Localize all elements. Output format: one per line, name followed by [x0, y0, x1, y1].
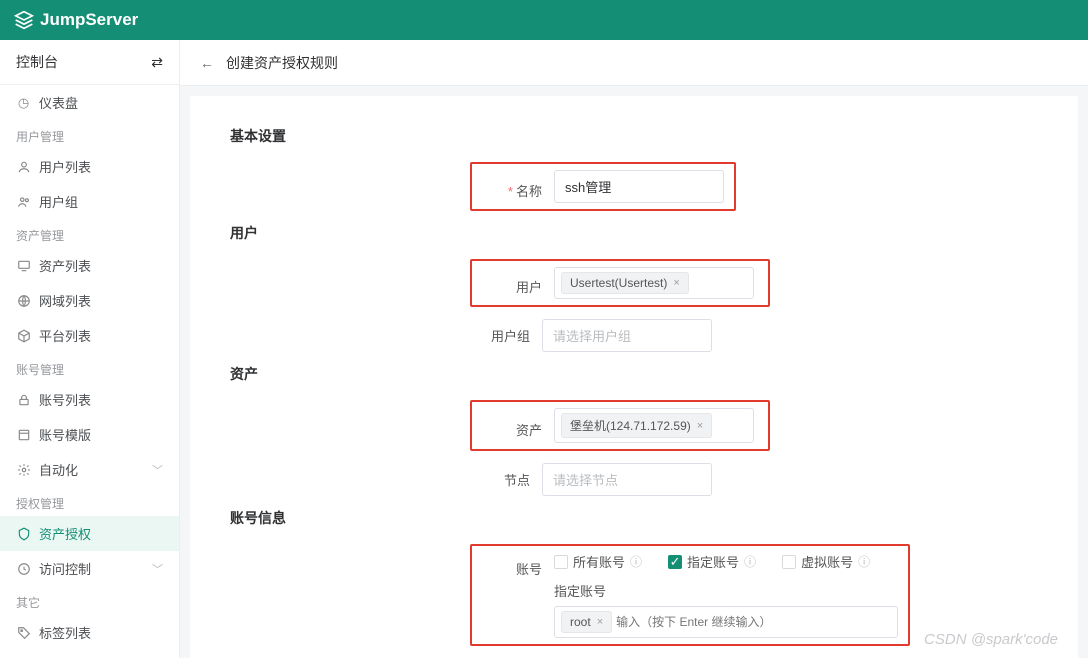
help-icon[interactable]: ⓘ	[858, 553, 870, 570]
highlight-asset: 资产 堡垒机(124.71.172.59) ×	[470, 400, 770, 451]
account-options: 所有账号 ⓘ ✓ 指定账号 ⓘ 虚拟账号 ⓘ	[554, 552, 898, 571]
sidebar-group-user: 用户管理	[0, 120, 179, 149]
sidebar-item-automation[interactable]: 自动化 ﹀	[0, 452, 179, 487]
sidebar-item-label: 账号列表	[39, 390, 91, 409]
globe-icon	[16, 294, 31, 308]
sidebar-item-label: 访问控制	[39, 559, 91, 578]
dashboard-icon: ◷	[16, 95, 31, 111]
sidebar-item-platform-list[interactable]: 平台列表	[0, 318, 179, 353]
brand-name: JumpServer	[40, 10, 138, 30]
asset-select[interactable]: 堡垒机(124.71.172.59) ×	[554, 408, 754, 443]
usergroup-label: 用户组	[470, 319, 530, 345]
asset-tag: 堡垒机(124.71.172.59) ×	[561, 413, 712, 438]
user-select[interactable]: Usertest(Usertest) ×	[554, 267, 754, 299]
sidebar-item-label: 网域列表	[39, 291, 91, 310]
help-icon[interactable]: ⓘ	[630, 553, 642, 570]
sidebar-item-label: 仪表盘	[39, 93, 78, 112]
cube-icon	[16, 329, 31, 343]
remove-tag-icon[interactable]: ×	[597, 616, 603, 628]
checkbox-spec-account[interactable]: ✓ 指定账号 ⓘ	[668, 552, 756, 571]
spec-account-input[interactable]: root ×	[554, 606, 898, 638]
sidebar-header[interactable]: 控制台 ⇄	[0, 40, 179, 85]
sidebar-item-asset-permission[interactable]: 资产授权	[0, 516, 179, 551]
sidebar-title: 控制台	[16, 52, 58, 72]
highlight-account: 账号 所有账号 ⓘ ✓ 指定账号 ⓘ	[470, 544, 910, 646]
highlight-name: *名称 ssh管理	[470, 162, 736, 211]
name-label: *名称	[482, 174, 542, 200]
sidebar-item-label: 平台列表	[39, 326, 91, 345]
spec-account-text-input[interactable]	[616, 615, 891, 629]
node-label: 节点	[470, 463, 530, 489]
sidebar-item-label: 用户组	[39, 192, 78, 211]
monitor-icon	[16, 259, 31, 273]
highlight-user: 用户 Usertest(Usertest) ×	[470, 259, 770, 307]
name-input[interactable]: ssh管理	[554, 170, 724, 203]
section-user-title: 用户	[230, 223, 1038, 243]
account-label: 账号	[482, 552, 542, 638]
sidebar-group-asset: 资产管理	[0, 219, 179, 248]
sidebar-item-account-template[interactable]: 账号模版	[0, 417, 179, 452]
sidebar-item-tag-list[interactable]: 标签列表	[0, 615, 179, 650]
access-icon	[16, 562, 31, 576]
sidebar-item-user-list[interactable]: 用户列表	[0, 149, 179, 184]
usergroup-select[interactable]: 请选择用户组	[542, 319, 712, 352]
auto-icon	[16, 463, 31, 477]
sidebar-item-label: 用户列表	[39, 157, 91, 176]
spec-account-label: 指定账号	[554, 581, 898, 600]
sidebar-group-other: 其它	[0, 586, 179, 615]
sidebar-item-label: 标签列表	[39, 623, 91, 642]
logo-stack-icon	[14, 10, 34, 30]
chevron-down-icon: ﹀	[152, 561, 163, 577]
swap-icon[interactable]: ⇄	[151, 54, 163, 71]
help-icon[interactable]: ⓘ	[744, 553, 756, 570]
top-bar: JumpServer	[0, 0, 1088, 40]
form-content: 基本设置 *名称 ssh管理 用户 用户 Usertest(Usertest) …	[190, 96, 1078, 658]
tag-icon	[16, 626, 31, 640]
sidebar-group-perm: 授权管理	[0, 487, 179, 516]
sidebar-item-label: 自动化	[39, 460, 78, 479]
shield-icon	[16, 527, 31, 541]
sidebar-item-label: 资产列表	[39, 256, 91, 275]
node-select[interactable]: 请选择节点	[542, 463, 712, 496]
sidebar-item-access-control[interactable]: 访问控制 ﹀	[0, 551, 179, 586]
user-label: 用户	[482, 270, 542, 296]
sidebar-item-label: 资产授权	[39, 524, 91, 543]
back-button[interactable]: ←	[200, 55, 214, 71]
section-account-title: 账号信息	[230, 508, 1038, 528]
page-title: 创建资产授权规则	[226, 53, 338, 73]
remove-tag-icon[interactable]: ×	[673, 277, 679, 289]
section-asset-title: 资产	[230, 364, 1038, 384]
chevron-down-icon: ﹀	[152, 462, 163, 478]
sidebar-item-account-list[interactable]: 账号列表	[0, 382, 179, 417]
checkbox-all-accounts[interactable]: 所有账号 ⓘ	[554, 552, 642, 571]
sidebar-item-dashboard[interactable]: ◷ 仪表盘	[0, 85, 179, 120]
lock-icon	[16, 393, 31, 407]
brand-logo[interactable]: JumpServer	[14, 10, 138, 30]
sidebar-item-user-group[interactable]: 用户组	[0, 184, 179, 219]
sidebar-item-domain-list[interactable]: 网域列表	[0, 283, 179, 318]
checkbox-virtual-account[interactable]: 虚拟账号 ⓘ	[782, 552, 870, 571]
section-basic-title: 基本设置	[230, 126, 1038, 146]
sidebar: 控制台 ⇄ ◷ 仪表盘 用户管理 用户列表 用户组 资产管理 资产列表	[0, 40, 180, 658]
sidebar-item-asset-list[interactable]: 资产列表	[0, 248, 179, 283]
main-area: ← 创建资产授权规则 基本设置 *名称 ssh管理 用户 用户 Usertest…	[180, 40, 1088, 658]
template-icon	[16, 428, 31, 442]
sidebar-item-label: 账号模版	[39, 425, 91, 444]
spec-account-tag: root ×	[561, 611, 612, 633]
asset-label: 资产	[482, 413, 542, 439]
user-tag: Usertest(Usertest) ×	[561, 272, 689, 294]
sidebar-group-account: 账号管理	[0, 353, 179, 382]
users-icon	[16, 195, 31, 209]
user-icon	[16, 160, 31, 174]
page-header: ← 创建资产授权规则	[180, 40, 1088, 86]
remove-tag-icon[interactable]: ×	[697, 420, 703, 432]
